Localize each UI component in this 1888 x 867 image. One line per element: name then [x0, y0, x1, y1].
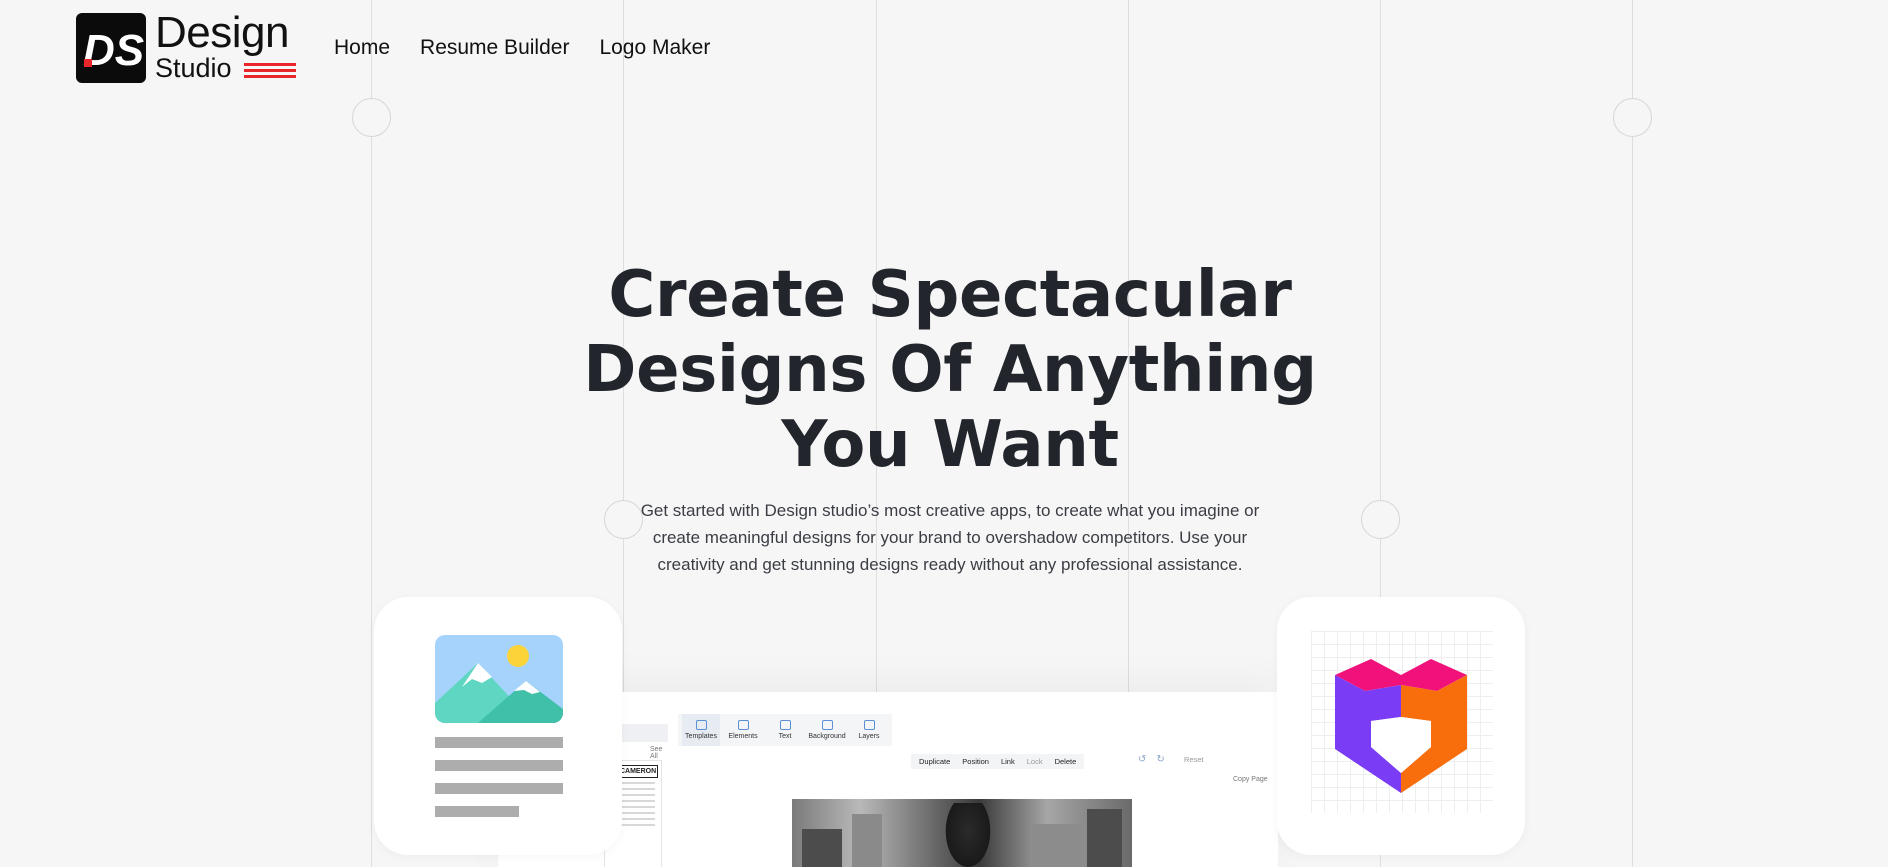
nav-home[interactable]: Home: [334, 36, 390, 60]
templates-icon: [695, 720, 707, 730]
ds-logo-mark-icon: DS: [76, 13, 146, 83]
elements-icon: [737, 720, 749, 730]
grid-node: [1361, 500, 1400, 539]
tool-text: Text: [766, 714, 804, 746]
tool-label: Templates: [685, 733, 717, 740]
hero-subtitle: Get started with Design studio’s most cr…: [620, 497, 1280, 578]
position-action: Position: [962, 757, 989, 766]
logo-card[interactable]: [1277, 597, 1525, 855]
see-all-link: See All: [650, 746, 663, 760]
history-controls: ↺ ↻: [1138, 754, 1165, 765]
undo-icon: ↺: [1138, 754, 1147, 765]
reset-action: Reset: [1184, 755, 1204, 764]
tool-label: Elements: [728, 733, 758, 740]
hero-title-line: Designs Of Anything: [583, 333, 1317, 407]
background-icon: [821, 720, 833, 730]
grid-node: [352, 98, 391, 137]
hero-title: Create Spectacular Designs Of Anything Y…: [560, 258, 1340, 483]
canvas-photo: [792, 799, 1132, 867]
text-icon: [779, 720, 791, 730]
layers-icon: [863, 720, 875, 730]
grid-node: [1613, 98, 1652, 137]
logo-maker-icon: [1335, 659, 1467, 793]
redo-icon: ↻: [1156, 754, 1165, 765]
nav-logo-maker[interactable]: Logo Maker: [599, 36, 710, 60]
hero-title-line: Create Spectacular: [608, 258, 1292, 332]
editor-toolbar: Templates Elements Text Background Layer…: [678, 714, 892, 746]
tool-layers: Layers: [850, 714, 888, 746]
delete-action: Delete: [1054, 757, 1077, 766]
brand-stripes: [244, 63, 296, 81]
nav-resume-builder[interactable]: Resume Builder: [420, 36, 569, 60]
hero-title-line: You Want: [781, 408, 1119, 482]
tool-templates: Templates: [682, 714, 720, 746]
svg-text:DS: DS: [83, 26, 144, 75]
hero-subtitle-line: creativity and get stunning designs read…: [657, 555, 1243, 574]
copy-page-action: Copy Page: [1233, 776, 1268, 783]
hero-subtitle-line: create meaningful designs for your brand…: [652, 528, 1248, 547]
lock-action: Lock: [1026, 757, 1043, 766]
person-silhouette: [942, 803, 994, 867]
brand-logo[interactable]: DS Design Studio: [76, 8, 296, 83]
link-action: Link: [1000, 757, 1015, 766]
element-actions: Duplicate Position Link Lock Delete: [911, 754, 1085, 769]
brand-subname: Studio: [155, 53, 232, 83]
duplicate-action: Duplicate: [919, 757, 951, 766]
main-nav: Home Resume Builder Logo Maker: [334, 36, 710, 60]
tool-label: Background: [808, 733, 846, 740]
tool-elements: Elements: [724, 714, 762, 746]
tool-label: Layers: [858, 733, 880, 740]
image-document-icon: [435, 635, 563, 817]
tool-label: Text: [778, 733, 792, 740]
hero-subtitle-line: Get started with Design studio’s most cr…: [640, 501, 1260, 520]
brand-name: Design: [155, 8, 289, 57]
tool-background: Background: [808, 714, 846, 746]
image-card[interactable]: [374, 597, 622, 855]
